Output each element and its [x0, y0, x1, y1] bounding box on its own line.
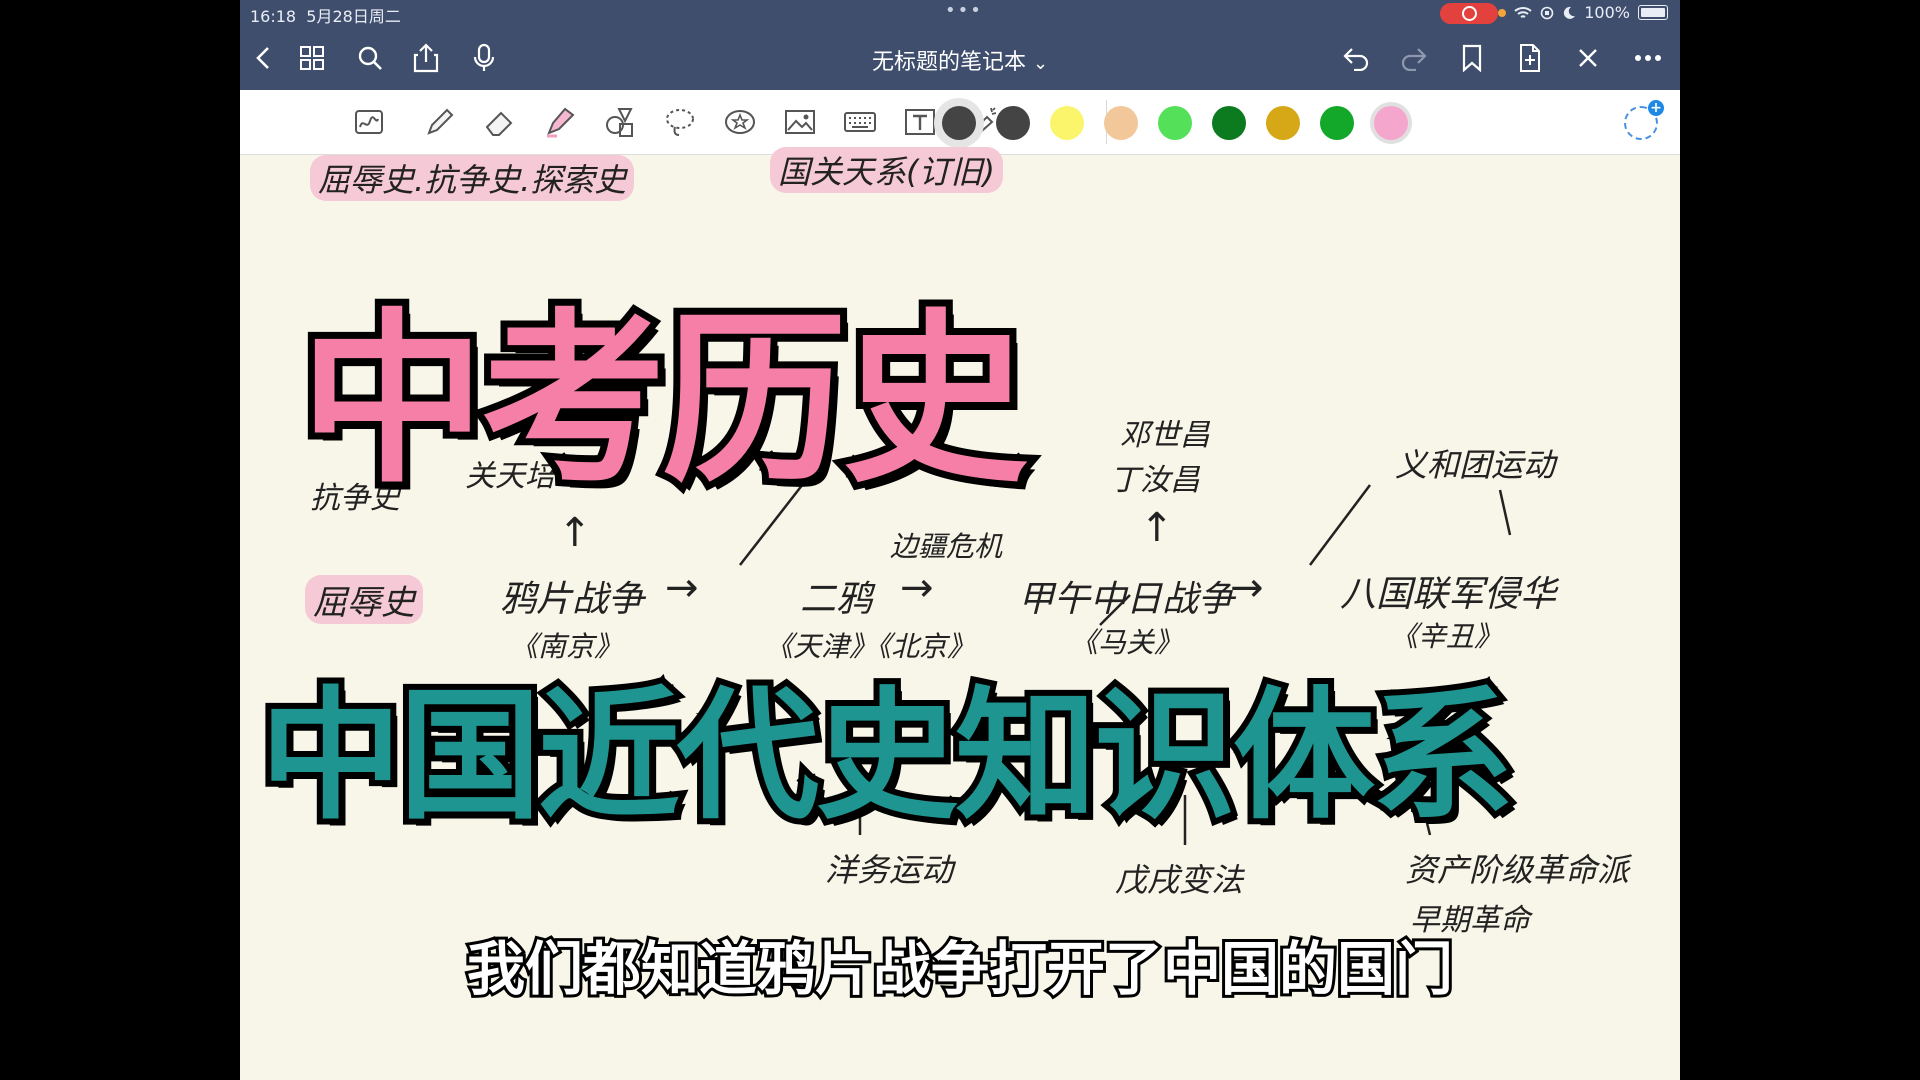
moon-icon [1564, 6, 1576, 19]
note-arrow-2: → [900, 565, 934, 611]
note-label-relations: 国关天系(订旧) [770, 147, 1003, 193]
note-up-arrow-2: ↑ [1140, 505, 1174, 551]
close-icon[interactable] [1568, 38, 1608, 78]
eraser-icon[interactable] [480, 102, 520, 142]
screen-recording-indicator-icon[interactable] [1440, 3, 1498, 24]
lasso-icon[interactable] [660, 102, 700, 142]
note-label-three-histories: 屈辱史.抗争史.探索史 [310, 155, 635, 201]
bookmark-icon[interactable] [1452, 38, 1492, 78]
image-icon[interactable] [780, 102, 820, 142]
redo-icon[interactable] [1394, 38, 1434, 78]
undo-icon[interactable] [1336, 38, 1376, 78]
headline-line-2: 中国近代史知识体系 [254, 668, 1520, 845]
note-self-strengthening: 洋务运动 [825, 851, 954, 889]
battery-icon [1638, 5, 1668, 20]
search-icon[interactable] [350, 38, 390, 78]
sticker-icon[interactable] [720, 102, 760, 142]
note-border-crisis: 边疆危机 [890, 530, 1003, 563]
color-swatch[interactable] [942, 106, 976, 140]
navigation-bar: 无标题的笔记本 ⌄ [240, 30, 1680, 88]
color-swatch[interactable] [996, 106, 1030, 140]
multitask-dots-icon[interactable]: ••• [945, 0, 983, 21]
wifi-icon [1514, 6, 1532, 18]
note-hundred-days-reform: 戊戌变法 [1115, 861, 1244, 899]
status-icons: 100% [1498, 3, 1668, 22]
note-boxer-movement: 义和团运动 [1395, 446, 1556, 484]
add-page-icon[interactable] [1510, 38, 1550, 78]
pen-icon[interactable] [420, 102, 460, 142]
video-subtitle: 我们都知道鸦片战争打开了中国的国门 [464, 932, 1456, 1006]
note-deng-shichang: 邓世昌 [1120, 418, 1210, 453]
keyboard-icon[interactable] [840, 102, 880, 142]
color-swatch[interactable] [1212, 106, 1246, 140]
note-sino-japanese-war: 甲午中日战争 [1018, 579, 1235, 620]
headline-line-1: 中考历史 [293, 285, 1035, 515]
mic-in-use-icon [1498, 8, 1507, 17]
note-bourgeois-revolutionaries: 资产阶级革命派 [1405, 851, 1630, 889]
text-icon[interactable] [900, 102, 940, 142]
grid-icon[interactable] [292, 38, 332, 78]
share-icon[interactable] [406, 38, 446, 78]
status-bar: 16:18 5月28日周二 ••• 100% [240, 0, 1680, 26]
add-color-icon[interactable]: + [1624, 100, 1664, 140]
highlighter-icon[interactable] [540, 102, 580, 142]
note-ding-ruchang: 丁汝昌 [1110, 463, 1200, 498]
note-second-opium-war: 二鸦 [800, 579, 873, 620]
more-icon[interactable] [1628, 38, 1668, 78]
top-bar: 16:18 5月28日周二 ••• 100% 无标题的笔记本 ⌄ [240, 0, 1680, 90]
color-swatch[interactable] [1104, 106, 1138, 140]
mic-icon[interactable] [464, 38, 504, 78]
color-swatch[interactable] [1374, 106, 1408, 140]
notebook-title[interactable]: 无标题的笔记本 ⌄ [780, 44, 1140, 76]
back-icon[interactable] [244, 38, 284, 78]
shape-handwrite-icon[interactable] [350, 102, 390, 142]
note-arrow-3: → [1230, 565, 1264, 611]
color-swatch[interactable] [1050, 106, 1084, 140]
note-humiliation: 屈辱史 [305, 575, 423, 624]
shapes-icon[interactable] [600, 102, 640, 142]
note-arrow-1: → [665, 565, 699, 611]
status-time-date: 16:18 5月28日周二 [250, 7, 401, 26]
color-swatch[interactable] [1266, 106, 1300, 140]
color-swatch[interactable] [1320, 106, 1354, 140]
note-opium-war: 鸦片战争 [500, 579, 645, 620]
battery-percent: 100% [1584, 3, 1630, 22]
color-swatch[interactable] [1158, 106, 1192, 140]
note-eight-nation-alliance: 八国联军侵华 [1340, 574, 1557, 615]
orientation-lock-icon [1540, 6, 1554, 19]
ipad-screen: 16:18 5月28日周二 ••• 100% 无标题的笔记本 ⌄ + 屈辱史.抗… [240, 0, 1680, 1080]
